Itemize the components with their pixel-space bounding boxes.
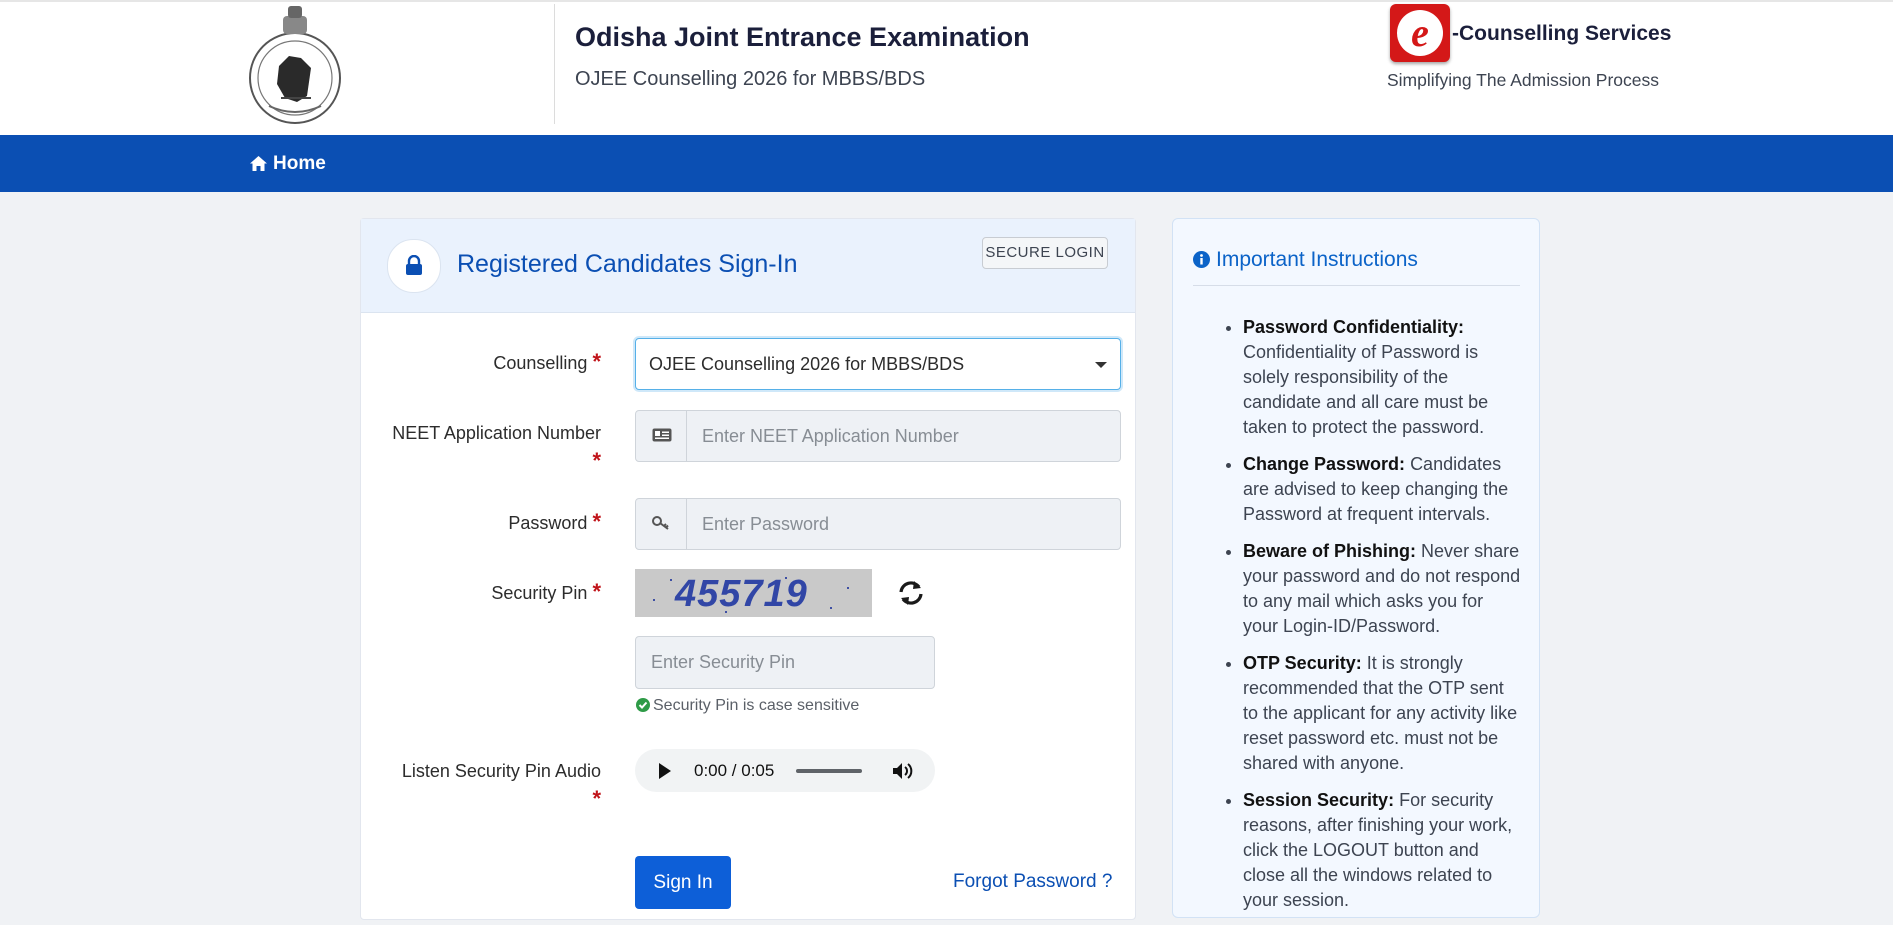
counselling-select[interactable]: OJEE Counselling 2026 for MBBS/BDS — [635, 338, 1121, 390]
password-input-group — [635, 498, 1121, 550]
instructions-list: Password Confidentiality: Confidentialit… — [1193, 315, 1523, 925]
neet-input-group — [635, 410, 1121, 462]
neet-addon — [636, 411, 687, 461]
instruction-heading: OTP Security: — [1243, 653, 1362, 673]
counselling-label-text: Counselling — [493, 353, 588, 373]
captcha-text: 455719 — [675, 573, 808, 615]
counselling-select-value: OJEE Counselling 2026 for MBBS/BDS — [649, 354, 965, 374]
password-label-text: Password — [508, 513, 588, 533]
instruction-item: Beware of Phishing: Never share your pas… — [1243, 539, 1523, 639]
audio-label: Listen Security Pin Audio * — [371, 757, 601, 814]
neet-label: NEET Application Number * — [371, 419, 601, 476]
play-icon[interactable] — [659, 763, 671, 779]
page-title: Odisha Joint Entrance Examination — [575, 22, 1030, 52]
login-title: Registered Candidates Sign-In — [457, 250, 798, 278]
brand-title: -Counselling Services — [1452, 22, 1672, 45]
check-circle-icon — [636, 698, 650, 712]
nav-home-label: Home — [273, 153, 326, 174]
instructions-title: Important Instructions — [1193, 248, 1418, 272]
home-icon — [250, 156, 267, 171]
audio-time: 0:00 / 0:05 — [694, 761, 775, 780]
required-mark: * — [592, 786, 601, 811]
required-mark: * — [592, 349, 601, 374]
security-pin-label-text: Security Pin — [491, 583, 588, 603]
security-pin-hint-text: Security Pin is case sensitive — [653, 697, 860, 714]
header-divider — [554, 4, 555, 124]
audio-label-text: Listen Security Pin Audio — [401, 761, 601, 781]
instructions-divider — [1193, 285, 1520, 286]
login-card-header: Registered Candidates Sign-In SECURE LOG… — [361, 219, 1135, 313]
site-header: Odisha Joint Entrance Examination OJEE C… — [0, 0, 1893, 135]
security-pin-label: Security Pin * — [381, 579, 601, 605]
instruction-heading: Beware of Phishing: — [1243, 541, 1417, 561]
audio-player: 0:00 / 0:05 — [635, 749, 935, 792]
required-mark: * — [592, 448, 601, 473]
sign-in-button[interactable]: Sign In — [635, 856, 731, 909]
instruction-item: Session Security: For security reasons, … — [1243, 788, 1523, 913]
instructions-title-text: Important Instructions — [1216, 248, 1418, 271]
instruction-text: Confidentiality of Password is solely re… — [1243, 342, 1489, 437]
neet-application-input[interactable] — [687, 411, 1112, 461]
instruction-item: Change Password: Candidates are advised … — [1243, 452, 1523, 527]
password-label: Password * — [381, 509, 601, 535]
neet-label-text: NEET Application Number — [392, 423, 601, 443]
volume-icon[interactable] — [892, 761, 914, 781]
ecounselling-logo-icon: e — [1390, 4, 1450, 62]
lock-icon — [406, 255, 422, 275]
instruction-heading: Password Confidentiality: — [1243, 317, 1465, 337]
security-pin-hint: Security Pin is case sensitive — [636, 697, 859, 715]
instruction-item: Password Confidentiality: Confidentialit… — [1243, 315, 1523, 440]
secure-login-badge: SECURE LOGIN — [982, 237, 1108, 269]
password-addon — [636, 499, 687, 549]
lock-badge — [387, 239, 441, 293]
required-mark: * — [592, 509, 601, 534]
id-card-icon — [652, 428, 672, 442]
page-subtitle: OJEE Counselling 2026 for MBBS/BDS — [575, 68, 926, 90]
required-mark: * — [592, 579, 601, 604]
instructions-panel: Important Instructions Password Confiden… — [1172, 218, 1540, 918]
brand-logo-letter: e — [1411, 10, 1429, 55]
forgot-password-link[interactable]: Forgot Password ? — [953, 871, 1112, 893]
info-icon — [1193, 251, 1210, 268]
instruction-heading: Session Security: — [1243, 790, 1395, 810]
odisha-emblem-icon — [249, 6, 341, 124]
brand-tagline: Simplifying The Admission Process — [1387, 70, 1660, 90]
main-navbar: Home — [0, 135, 1893, 192]
audio-progress-track[interactable] — [796, 769, 862, 773]
counselling-label: Counselling * — [381, 349, 601, 375]
password-input[interactable] — [687, 499, 1112, 549]
login-card: Registered Candidates Sign-In SECURE LOG… — [360, 218, 1136, 920]
instruction-item: OTP Security: It is strongly recommended… — [1243, 651, 1523, 776]
chevron-down-icon — [1095, 362, 1107, 368]
instruction-heading: Change Password: — [1243, 454, 1406, 474]
security-pin-input[interactable] — [635, 636, 935, 689]
nav-home-link[interactable]: Home — [250, 135, 326, 192]
captcha-image: 455719 — [635, 569, 872, 617]
key-icon — [652, 516, 669, 530]
refresh-captcha-icon[interactable] — [898, 579, 924, 607]
